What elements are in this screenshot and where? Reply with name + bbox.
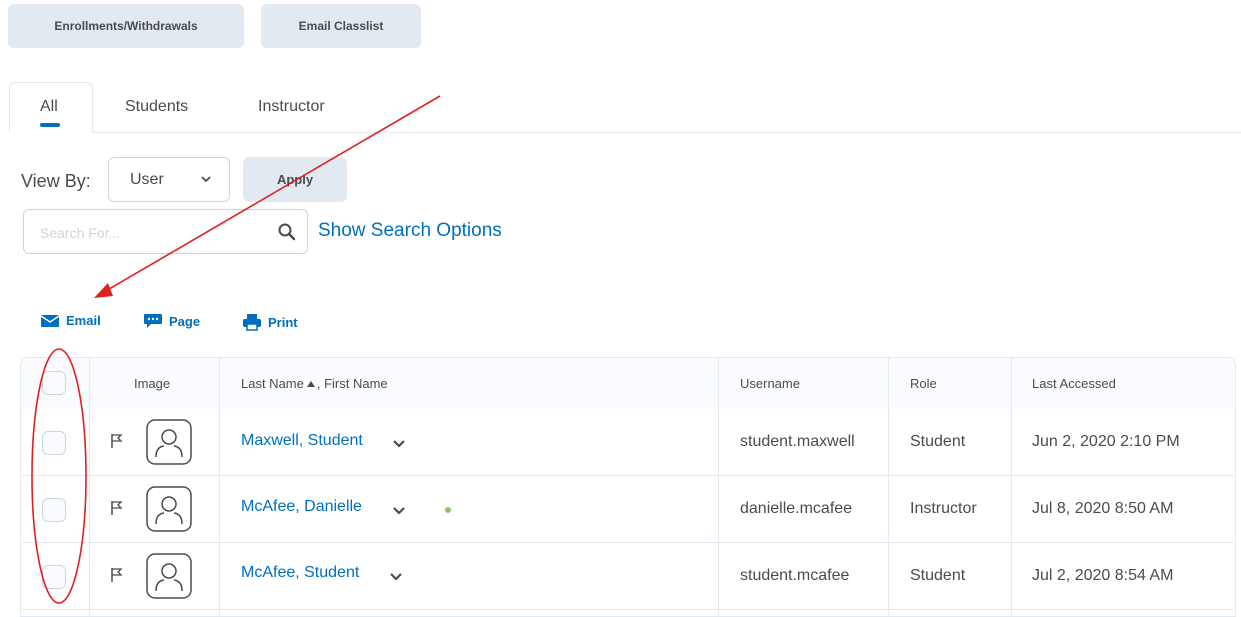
search-input[interactable] [38, 221, 262, 245]
chat-bubble-icon [144, 314, 162, 328]
header-image: Image [134, 376, 171, 391]
header-last-name[interactable]: Last Name , First Name [241, 376, 388, 391]
row-checkbox[interactable] [42, 565, 66, 589]
table-row: McAfee, Student student.mcafee Student J… [21, 543, 1235, 610]
select-all-checkbox[interactable] [42, 371, 66, 395]
chevron-down-icon[interactable] [391, 505, 407, 517]
tab-instructor[interactable]: Instructor [258, 98, 325, 116]
search-box [23, 209, 308, 254]
printer-icon [243, 314, 261, 331]
apply-button[interactable]: Apply [243, 157, 347, 202]
chevron-down-icon[interactable] [388, 571, 404, 583]
enrollments-withdrawals-button[interactable]: Enrollments/Withdrawals [8, 4, 244, 48]
show-search-options-link[interactable]: Show Search Options [318, 220, 502, 242]
column-divider [1011, 358, 1012, 616]
chevron-down-icon[interactable] [391, 438, 407, 450]
user-avatar-icon [146, 419, 192, 465]
flag-icon[interactable] [110, 500, 124, 516]
print-action-label: Print [268, 314, 298, 330]
table-row: Maxwell, Student student.maxwell Student… [21, 409, 1235, 476]
tabs-divider [93, 132, 1241, 133]
email-classlist-button[interactable]: Email Classlist [261, 4, 421, 48]
last-accessed-cell: Jul 2, 2020 8:54 AM [1032, 567, 1174, 584]
view-by-label: View By: [21, 171, 91, 191]
user-name-link[interactable]: Maxwell, Student [241, 432, 363, 450]
user-avatar-icon [146, 486, 192, 532]
print-action[interactable]: Print [242, 313, 298, 331]
column-divider [888, 358, 889, 616]
username-cell: student.mcafee [740, 567, 850, 584]
last-accessed-cell: Jul 8, 2020 8:50 AM [1032, 500, 1174, 517]
view-by-value: User [130, 170, 164, 188]
online-status-dot [445, 507, 451, 513]
user-name-link[interactable]: McAfee, Danielle [241, 498, 362, 516]
flag-icon[interactable] [110, 433, 124, 449]
email-action-label: Email [66, 313, 101, 328]
user-name-link[interactable]: McAfee, Student [241, 564, 359, 582]
row-checkbox[interactable] [42, 431, 66, 455]
classlist-table: Image Last Name , First Name Username Rol… [20, 357, 1236, 617]
role-cell: Student [910, 433, 966, 450]
column-divider [718, 358, 719, 616]
header-last-name-text: Last Name [241, 376, 304, 391]
search-icon[interactable] [277, 222, 297, 242]
tab-all-label[interactable]: All [40, 98, 58, 116]
page-action[interactable]: Page [143, 313, 200, 329]
annotation-arrowhead [94, 283, 113, 298]
role-cell: Instructor [910, 500, 977, 517]
sort-ascending-icon [306, 381, 315, 387]
header-first-name[interactable]: , First Name [317, 376, 388, 391]
header-role[interactable]: Role [910, 376, 937, 391]
tab-students[interactable]: Students [125, 98, 188, 116]
page-action-label: Page [169, 313, 201, 329]
role-cell: Student [910, 567, 966, 584]
user-avatar-icon [146, 553, 192, 599]
column-divider [219, 358, 220, 616]
view-by-select[interactable]: User [108, 157, 230, 202]
tab-selected-indicator [40, 123, 60, 127]
last-accessed-cell: Jun 2, 2020 2:10 PM [1032, 433, 1180, 450]
envelope-icon [40, 314, 60, 327]
table-row: McAfee, Danielle danielle.mcafee Instruc… [21, 476, 1235, 543]
flag-icon[interactable] [110, 567, 124, 583]
column-divider [89, 358, 90, 616]
username-cell: student.maxwell [740, 433, 855, 450]
header-username[interactable]: Username [740, 376, 800, 391]
header-last-accessed[interactable]: Last Accessed [1032, 376, 1116, 391]
username-cell: danielle.mcafee [740, 500, 853, 517]
table-header-row: Image Last Name , First Name Username Rol… [21, 358, 1235, 410]
chevron-down-icon [201, 176, 211, 183]
email-action[interactable]: Email [40, 313, 101, 328]
row-checkbox[interactable] [42, 498, 66, 522]
